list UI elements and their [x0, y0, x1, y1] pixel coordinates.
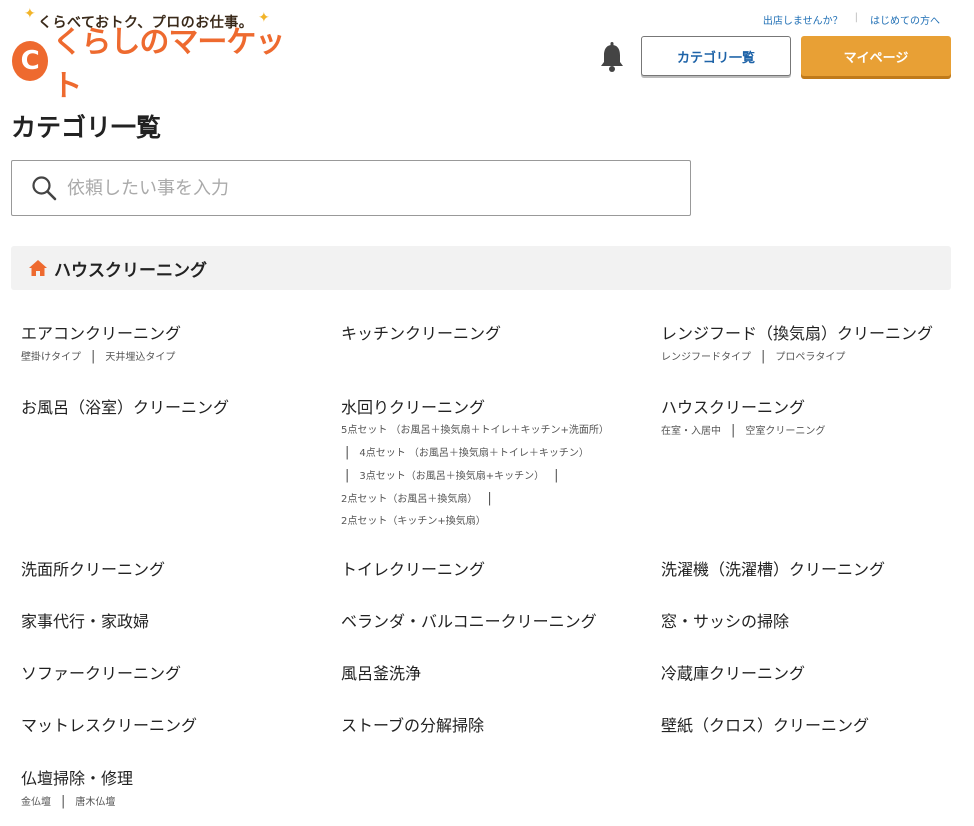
- home-icon: [29, 260, 47, 276]
- top-links: 出店しませんか？ | はじめての方へ: [751, 12, 952, 27]
- category-item: マットレスクリーニング: [21, 712, 197, 736]
- category-link[interactable]: 洗面所クリーニング: [21, 556, 165, 580]
- category-item: 仏壇掃除・修理 金仏壇 | 唐木仏壇: [21, 765, 321, 814]
- category-link[interactable]: 風呂釜洗浄: [341, 660, 421, 684]
- category-item: 洗面所クリーニング: [21, 556, 165, 580]
- category-item: エアコンクリーニング 壁掛けタイプ | 天井埋込タイプ: [21, 320, 321, 369]
- sparkle-icon: ✦: [24, 6, 36, 22]
- category-item: 風呂釜洗浄: [341, 660, 421, 684]
- logo-mark: C: [12, 41, 49, 81]
- category-list-button[interactable]: カテゴリ一覧: [641, 36, 791, 76]
- notification-bell-icon[interactable]: [598, 42, 626, 72]
- category-link[interactable]: 冷蔵庫クリーニング: [661, 660, 805, 684]
- subcategory-link[interactable]: 5点セット （お風呂＋換気扇＋トイレ＋キッチン+洗面所）: [341, 425, 609, 436]
- section-header: ハウスクリーニング: [11, 246, 951, 290]
- category-link[interactable]: トイレクリーニング: [341, 556, 485, 580]
- subcategory-link[interactable]: 金仏壇: [21, 797, 51, 808]
- category-link[interactable]: お風呂（浴室）クリーニング: [21, 394, 229, 418]
- category-link[interactable]: 仏壇掃除・修理: [21, 765, 321, 789]
- open-shop-link[interactable]: 出店しませんか？: [751, 12, 855, 27]
- category-item: キッチンクリーニング: [341, 320, 501, 344]
- search-icon: [32, 176, 57, 201]
- subcategory-link[interactable]: 天井埋込タイプ: [105, 352, 175, 363]
- category-link[interactable]: ハウスクリーニング: [661, 394, 961, 418]
- category-item: ソファークリーニング: [21, 660, 181, 684]
- category-link[interactable]: 洗濯機（洗濯槽）クリーニング: [661, 556, 885, 580]
- category-link[interactable]: 壁紙（クロス）クリーニング: [661, 712, 869, 736]
- subcategory-link[interactable]: レンジフードタイプ: [661, 352, 751, 363]
- page-title: カテゴリ一覧: [11, 113, 162, 142]
- category-item: ベランダ・バルコニークリーニング: [341, 608, 597, 632]
- category-item: 家事代行・家政婦: [21, 608, 149, 632]
- category-link[interactable]: レンジフード（換気扇）クリーニング: [661, 320, 961, 344]
- category-item: お風呂（浴室）クリーニング: [21, 394, 229, 418]
- category-link[interactable]: 窓・サッシの掃除: [661, 608, 789, 632]
- site-logo[interactable]: ✦ ✦ くらべておトク、プロのお仕事。 C くらしのマーケット: [10, 6, 290, 104]
- subcategory-link[interactable]: 空室クリーニング: [745, 426, 825, 437]
- category-item: 水回りクリーニング 5点セット （お風呂＋換気扇＋トイレ＋キッチン+洗面所） |…: [341, 394, 641, 533]
- subcategory-link[interactable]: 壁掛けタイプ: [21, 352, 81, 363]
- mypage-button[interactable]: マイページ: [801, 36, 951, 76]
- category-link[interactable]: エアコンクリーニング: [21, 320, 321, 344]
- subcategory-link[interactable]: 4点セット （お風呂＋換気扇＋トイレ＋キッチン）: [359, 448, 589, 459]
- category-item: 洗濯機（洗濯槽）クリーニング: [661, 556, 885, 580]
- subcategory-link[interactable]: 2点セット（キッチン+換気扇）: [341, 516, 486, 527]
- category-item: レンジフード（換気扇）クリーニング レンジフードタイプ | プロペラタイプ: [661, 320, 961, 369]
- category-link[interactable]: 家事代行・家政婦: [21, 608, 149, 632]
- category-link[interactable]: ソファークリーニング: [21, 660, 181, 684]
- category-link[interactable]: 水回りクリーニング: [341, 394, 641, 418]
- section-title: ハウスクリーニング: [54, 260, 207, 281]
- search-box[interactable]: [11, 160, 691, 216]
- category-link[interactable]: ベランダ・バルコニークリーニング: [341, 608, 597, 632]
- category-item: 冷蔵庫クリーニング: [661, 660, 805, 684]
- category-link[interactable]: ストーブの分解掃除: [341, 712, 484, 736]
- category-item: ストーブの分解掃除: [341, 712, 484, 736]
- logo-wordmark: くらしのマーケット: [52, 25, 285, 104]
- category-link[interactable]: キッチンクリーニング: [341, 320, 501, 344]
- category-link[interactable]: マットレスクリーニング: [21, 712, 197, 736]
- subcategory-link[interactable]: 2点セット（お風呂＋換気扇）: [341, 494, 477, 505]
- subcategory-link[interactable]: 在室・入居中: [661, 426, 721, 437]
- category-item: ハウスクリーニング 在室・入居中 | 空室クリーニング: [661, 394, 961, 443]
- category-item: 窓・サッシの掃除: [661, 608, 789, 632]
- subcategory-link[interactable]: プロペラタイプ: [775, 352, 845, 363]
- category-item: トイレクリーニング: [341, 556, 485, 580]
- category-item: 壁紙（クロス）クリーニング: [661, 712, 869, 736]
- first-time-link[interactable]: はじめての方へ: [858, 12, 952, 27]
- search-input[interactable]: [67, 177, 627, 199]
- subcategory-link[interactable]: 3点セット（お風呂＋換気扇+キッチン）: [359, 471, 544, 482]
- subcategory-link[interactable]: 唐木仏壇: [75, 797, 115, 808]
